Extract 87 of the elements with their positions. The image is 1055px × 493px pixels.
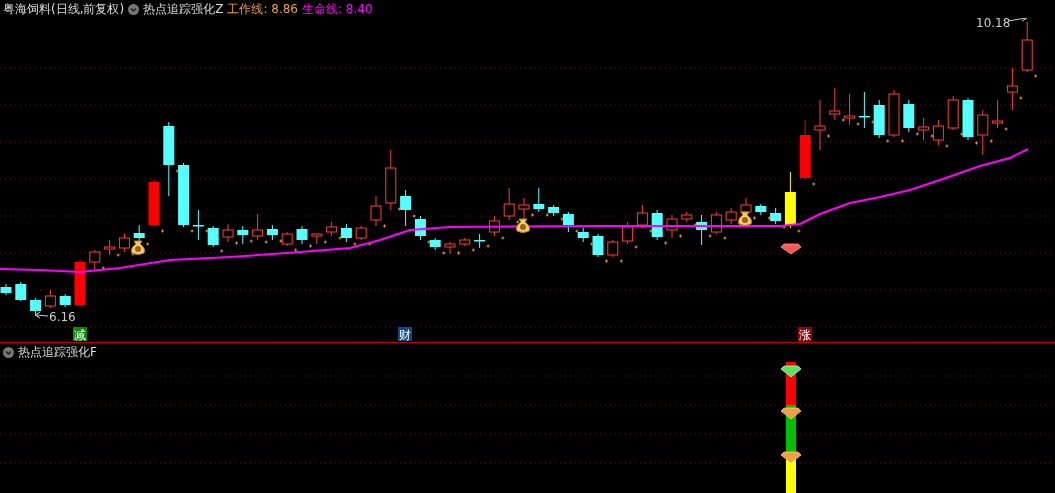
candlestick — [74, 259, 86, 307]
money-bag-icon — [131, 240, 145, 255]
diamond-icon — [780, 243, 802, 255]
low-price-arrow — [34, 311, 49, 319]
candlestick — [725, 207, 737, 225]
candlestick — [503, 187, 515, 221]
candlestick — [252, 213, 264, 241]
money-bag-icon — [738, 211, 752, 226]
candlestick — [207, 225, 219, 248]
candlestick — [311, 232, 323, 245]
candlestick — [104, 239, 116, 256]
candlestick — [474, 233, 486, 249]
candlestick — [178, 162, 190, 228]
candlestick — [755, 203, 767, 216]
candlestick — [992, 99, 1004, 129]
candlestick — [622, 221, 634, 245]
candlestick — [577, 227, 589, 243]
candlestick — [799, 119, 811, 181]
candlestick — [355, 225, 367, 241]
diamond-icon — [780, 451, 802, 464]
candlestick — [370, 195, 382, 227]
candlestick — [947, 95, 959, 131]
stock-title: 粤海饲料(日线,前复权) — [3, 0, 125, 18]
candlestick — [829, 87, 841, 121]
low-price-label: 6.16 — [49, 310, 76, 324]
candlestick — [740, 197, 752, 215]
candlestick — [488, 215, 500, 237]
signal-tag: 财 — [398, 327, 412, 342]
candlestick — [266, 224, 278, 241]
indicator-name: 热点追踪强化Z — [143, 0, 224, 18]
collapse-icon[interactable] — [3, 347, 14, 358]
candlestick — [192, 209, 204, 241]
candlestick — [326, 221, 338, 237]
candlestick — [858, 91, 870, 129]
candlestick — [696, 214, 708, 246]
candlestick — [281, 231, 293, 247]
candlestick — [681, 211, 693, 223]
candlestick — [89, 249, 101, 271]
candlestick — [932, 119, 944, 146]
candlestick — [385, 149, 397, 211]
candlestick — [340, 223, 352, 243]
life-line-value: 生命线: 8.40 — [302, 0, 373, 18]
signal-tag: 涨 — [798, 327, 812, 342]
candlestick — [459, 237, 471, 247]
money-bag-icon — [516, 218, 530, 233]
candlestick — [784, 171, 796, 229]
candlestick — [222, 223, 234, 243]
candlestick — [296, 225, 308, 245]
candlestick — [414, 215, 426, 241]
diamond-icon — [780, 407, 802, 420]
high-price-label: 10.18 — [976, 18, 1011, 30]
candlestick — [770, 207, 782, 225]
candlestick — [148, 179, 160, 227]
candlestick — [533, 187, 545, 213]
candlestick — [607, 239, 619, 258]
candlestick — [918, 117, 930, 141]
candlestick — [977, 109, 989, 156]
candlestick — [59, 293, 71, 308]
candlestick — [651, 209, 663, 241]
candlestick — [710, 211, 722, 235]
candlestick — [903, 99, 915, 133]
candlestick — [1021, 21, 1033, 73]
signal-tag: 减 — [73, 327, 87, 342]
candlestick — [15, 281, 27, 302]
candlestick — [0, 283, 12, 296]
candlestick — [548, 204, 560, 217]
candlestick — [873, 99, 885, 139]
candlestick — [44, 289, 56, 309]
candlestick — [1006, 67, 1018, 111]
work-line-value: 工作线: 8.86 — [227, 0, 298, 18]
candlestick — [400, 189, 412, 227]
candlestick — [666, 214, 678, 239]
candlestick — [429, 237, 441, 251]
candlestick — [237, 225, 249, 245]
candlestick — [444, 241, 456, 255]
candlestick — [592, 233, 604, 258]
collapse-icon[interactable] — [128, 3, 140, 15]
candlestick — [962, 97, 974, 141]
candlestick — [814, 99, 826, 151]
diamond-icon — [780, 365, 802, 378]
candlestick — [636, 204, 648, 229]
pane-title: 热点追踪强化F — [18, 344, 97, 361]
candlestick — [30, 297, 42, 315]
candlestick — [844, 93, 856, 126]
candlestick — [118, 232, 130, 253]
candlestick — [562, 211, 574, 233]
candlestick — [888, 89, 900, 138]
